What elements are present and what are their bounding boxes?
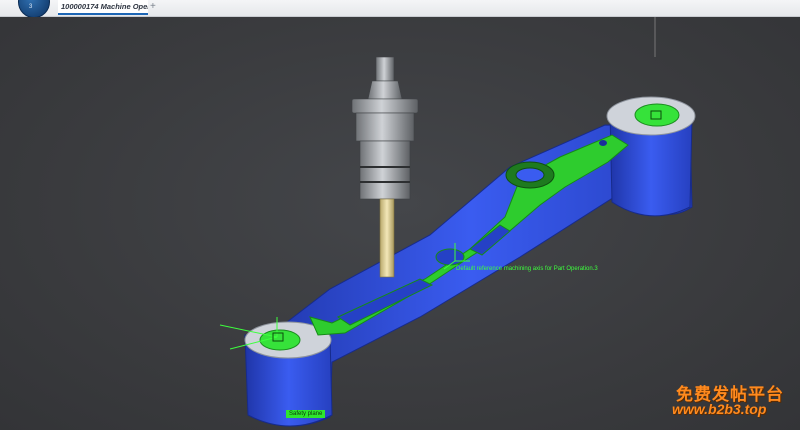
3d-viewport[interactable]: Default reference machining axis for Par…	[0, 17, 800, 430]
small-hole	[599, 140, 607, 146]
cad-scene	[219, 17, 696, 427]
watermark-url: www.b2b3.top	[672, 401, 767, 417]
tool-holder-taper-top	[375, 56, 395, 82]
tool-holder-taper	[367, 80, 403, 100]
right-boss-bore	[634, 103, 680, 127]
axis-annotation[interactable]: Default reference machining axis for Par…	[456, 266, 598, 272]
cutting-tool[interactable]	[351, 56, 419, 278]
top-tab-bar: 3 100000174 Machine Opera +	[0, 0, 800, 18]
tab-machine-operation[interactable]: 100000174 Machine Opera	[58, 0, 148, 15]
splined-bore-inner	[515, 167, 545, 183]
tool-collet	[359, 140, 411, 200]
tool-holder-flange	[351, 98, 419, 114]
app-logo-icon[interactable]: 3	[18, 0, 50, 18]
app-logo-text: 3	[29, 4, 33, 10]
mid-hole	[435, 248, 465, 266]
safety-plane-annotation[interactable]: Safety plane	[286, 410, 326, 418]
tool-bit	[379, 198, 395, 278]
add-tab-button[interactable]: +	[150, 0, 156, 14]
tool-holder-body	[355, 112, 415, 142]
